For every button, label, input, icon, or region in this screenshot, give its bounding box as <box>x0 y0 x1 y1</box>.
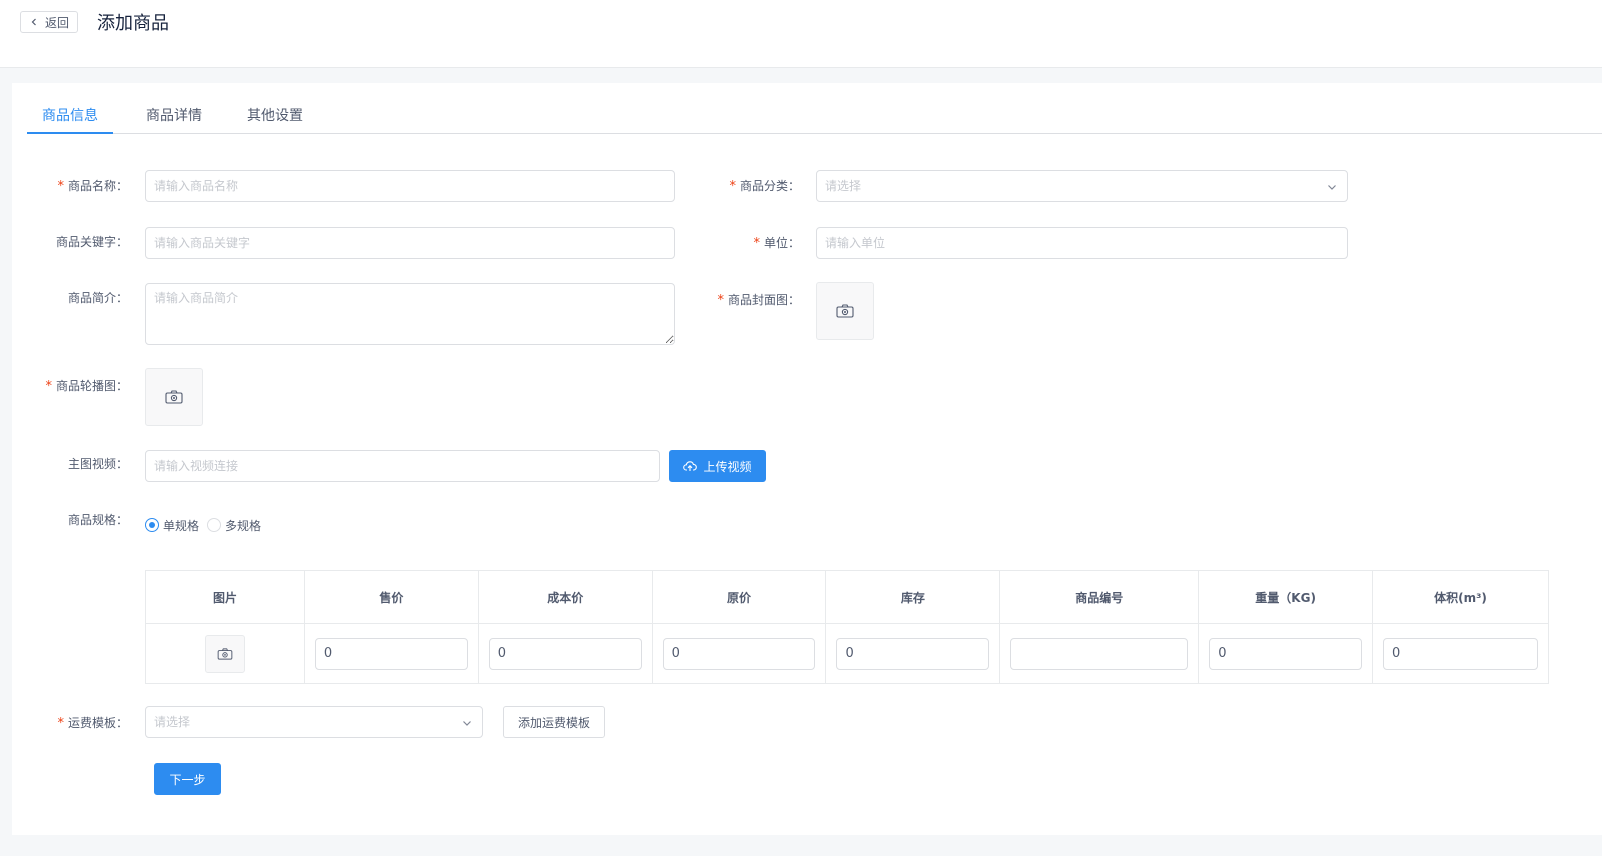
sku-header-weight: 重量（KG) <box>1198 570 1374 624</box>
sku-image-upload[interactable] <box>204 634 245 673</box>
sku-stock-cell <box>825 623 1001 684</box>
sku-original-price-cell <box>651 623 827 684</box>
back-button-label: 返回 <box>44 15 69 30</box>
radio-circle <box>145 518 159 532</box>
product-intro-label: 商品简介： <box>67 291 128 305</box>
product-name-input[interactable] <box>145 170 675 202</box>
sku-header-code: 商品编号 <box>999 570 1200 624</box>
shipping-template-select[interactable]: 请选择 <box>145 706 483 738</box>
sku-original-price-input[interactable] <box>662 637 816 670</box>
sku-cost-cell <box>477 623 653 684</box>
sku-price-cell <box>303 623 479 684</box>
camera-icon <box>165 390 183 404</box>
category-select-placeholder: 请选择 <box>825 179 862 193</box>
required-mark: * <box>57 716 64 731</box>
unit-label: * 单位： <box>753 236 800 251</box>
sku-image-cell <box>145 623 305 684</box>
radio-single-spec[interactable]: 单规格 <box>145 517 199 534</box>
product-category-label: * 商品分类： <box>729 179 800 194</box>
sku-header-stock: 库存 <box>825 570 1001 624</box>
product-keywords-label: 商品关键字： <box>55 235 128 249</box>
product-name-label: * 商品名称： <box>57 179 128 194</box>
tab-product-detail[interactable]: 商品详情 <box>145 103 203 134</box>
unit-input[interactable] <box>816 227 1348 259</box>
sku-code-input[interactable] <box>1010 637 1189 670</box>
upload-video-label: 上传视频 <box>703 459 752 474</box>
sku-table: 图片 售价 成本价 原价 库存 商品编号 重量（KG) 体积(m³) <box>145 570 1549 684</box>
radio-circle <box>207 518 222 532</box>
sku-weight-input[interactable] <box>1209 637 1363 670</box>
tab-bar: 商品信息 商品详情 其他设置 <box>27 103 1602 134</box>
product-intro-textarea[interactable] <box>145 283 675 345</box>
back-button[interactable]: 返回 <box>20 11 78 33</box>
page-header: 返回 添加商品 <box>0 0 1602 68</box>
sku-header-price: 售价 <box>303 570 479 624</box>
shipping-select-placeholder: 请选择 <box>154 715 191 729</box>
carousel-image-label: * 商品轮播图： <box>45 379 128 394</box>
sku-price-input[interactable] <box>314 637 468 670</box>
sku-code-cell <box>999 623 1200 684</box>
cloud-upload-icon <box>683 461 698 471</box>
carousel-image-upload[interactable] <box>145 368 203 426</box>
page-title: 添加商品 <box>97 13 169 34</box>
video-url-input[interactable] <box>145 450 660 482</box>
sku-header-image: 图片 <box>145 570 305 624</box>
required-mark: * <box>45 379 52 394</box>
sku-stock-input[interactable] <box>836 637 990 670</box>
next-step-button[interactable]: 下一步 <box>154 763 221 795</box>
radio-single-spec-label: 单规格 <box>163 518 200 533</box>
sku-weight-cell <box>1198 623 1374 684</box>
sku-cost-input[interactable] <box>488 637 642 670</box>
radio-multi-spec[interactable]: 多规格 <box>207 517 261 534</box>
required-mark: * <box>753 236 760 251</box>
add-shipping-template-button[interactable]: 添加运费模板 <box>503 706 605 738</box>
camera-icon <box>217 647 233 660</box>
spec-radio-group: 单规格 多规格 <box>145 509 269 541</box>
camera-icon <box>836 304 854 318</box>
required-mark: * <box>57 179 64 194</box>
required-mark: * <box>729 179 736 194</box>
table-row <box>145 623 1549 684</box>
tab-product-info[interactable]: 商品信息 <box>27 103 113 134</box>
shipping-template-label: * 运费模板： <box>57 716 128 731</box>
main-video-label: 主图视频： <box>67 457 128 471</box>
sku-volume-cell <box>1372 623 1549 684</box>
cover-image-upload[interactable] <box>816 282 874 340</box>
chevron-left-icon <box>31 18 36 26</box>
product-keywords-input[interactable] <box>145 227 675 259</box>
sku-header-original-price: 原价 <box>651 570 827 624</box>
sku-volume-input[interactable] <box>1383 637 1538 670</box>
product-category-select[interactable]: 请选择 <box>816 170 1348 202</box>
required-mark: * <box>717 293 724 308</box>
tab-other-settings[interactable]: 其他设置 <box>246 103 304 134</box>
upload-video-button[interactable]: 上传视频 <box>669 450 766 482</box>
chevron-down-icon <box>1328 185 1336 190</box>
chevron-down-icon <box>463 721 471 726</box>
cover-image-label: * 商品封面图： <box>717 293 800 308</box>
sku-header-cost: 成本价 <box>477 570 653 624</box>
spec-label: 商品规格： <box>67 513 128 527</box>
sku-table-header-row: 图片 售价 成本价 原价 库存 商品编号 重量（KG) 体积(m³) <box>145 570 1549 624</box>
sku-header-volume: 体积(m³) <box>1372 570 1549 624</box>
radio-multi-spec-label: 多规格 <box>225 518 262 533</box>
